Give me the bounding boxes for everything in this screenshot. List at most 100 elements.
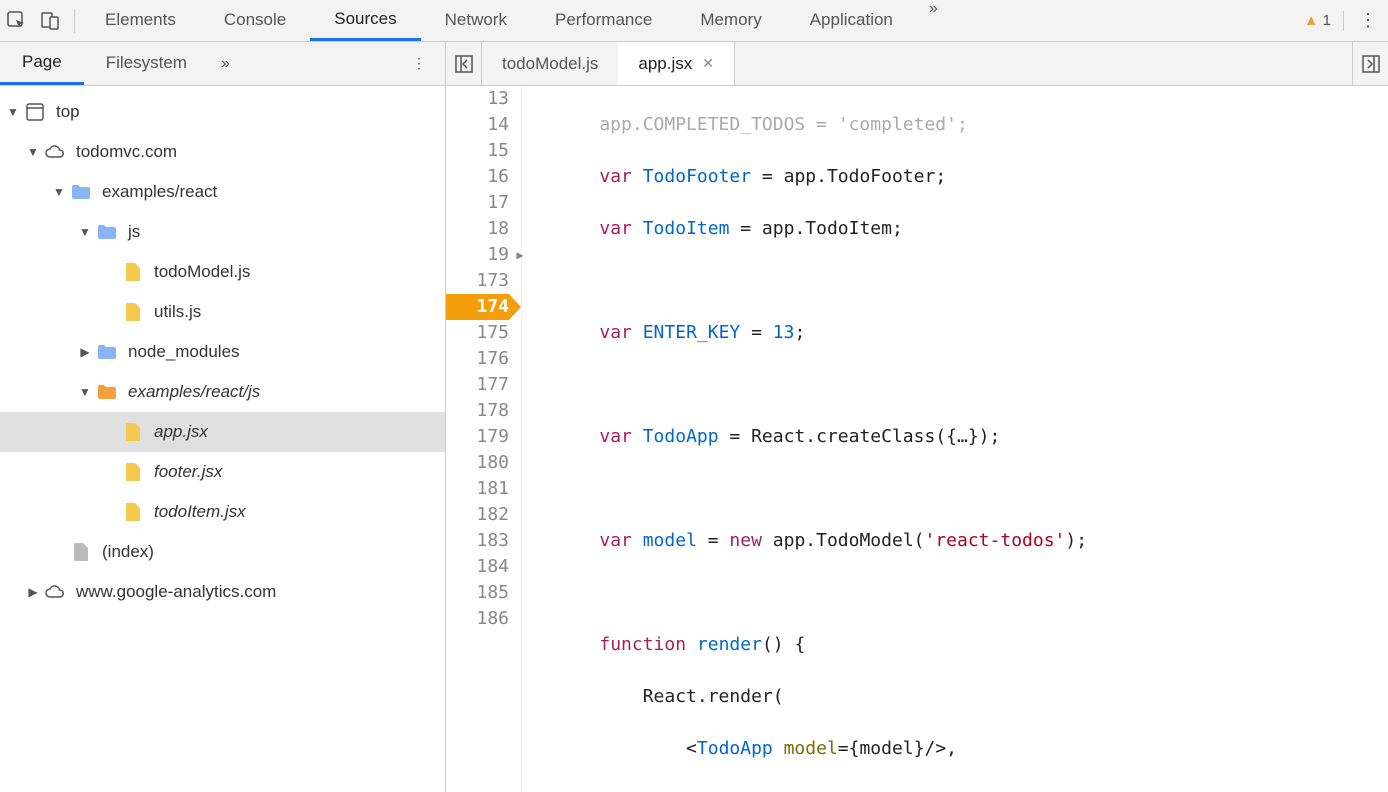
tree-folder-examples-react-js[interactable]: ▼ examples/react/js xyxy=(0,372,445,412)
tab-elements[interactable]: Elements xyxy=(81,0,200,41)
code-line xyxy=(556,580,1388,606)
tab-network[interactable]: Network xyxy=(421,0,531,41)
topbar-right: ▲ 1 ⋮ xyxy=(1304,10,1388,31)
line-number[interactable]: 13 xyxy=(446,86,509,112)
tree-folder-js[interactable]: ▼ js xyxy=(0,212,445,252)
disclosure-triangle-icon[interactable]: ▶ xyxy=(78,345,92,359)
tree-file-footer-jsx[interactable]: ▼ footer.jsx xyxy=(0,452,445,492)
tree-file-index[interactable]: ▼ (index) xyxy=(0,532,445,572)
folder-icon xyxy=(96,381,118,403)
disclosure-triangle-icon[interactable]: ▼ xyxy=(26,145,40,159)
line-number[interactable]: 18 xyxy=(446,216,509,242)
tree-label: footer.jsx xyxy=(154,462,222,482)
inspect-element-icon[interactable] xyxy=(0,0,34,42)
editor-tab-todomodel[interactable]: todoModel.js xyxy=(482,42,618,85)
tab-application[interactable]: Application xyxy=(786,0,917,41)
code-line: React.render( xyxy=(556,684,1388,710)
code-line: app.COMPLETED_TODOS = 'completed'; xyxy=(556,112,1388,138)
kebab-menu-icon[interactable]: ⋮ xyxy=(1356,10,1380,31)
sidebar-kebab-icon[interactable]: ⋮ xyxy=(405,55,433,72)
tree-label: todoModel.js xyxy=(154,262,250,282)
sidebar-tabs: Page Filesystem » ⋮ xyxy=(0,42,445,86)
disclosure-triangle-icon[interactable]: ▶ xyxy=(26,585,40,599)
sidebar-tab-page[interactable]: Page xyxy=(0,42,84,85)
folder-icon xyxy=(70,181,92,203)
js-file-icon xyxy=(122,501,144,523)
line-number[interactable]: 186 xyxy=(446,606,509,632)
code-line: var ENTER_KEY = 13; xyxy=(556,320,1388,346)
line-number[interactable]: 184 xyxy=(446,554,509,580)
tree-label: todomvc.com xyxy=(76,142,177,162)
disclosure-triangle-icon[interactable]: ▼ xyxy=(6,105,20,119)
divider xyxy=(1343,11,1344,31)
tree-label: app.jsx xyxy=(154,422,208,442)
more-tabs-icon[interactable]: » xyxy=(917,0,950,41)
js-file-icon xyxy=(122,301,144,323)
code-line xyxy=(556,372,1388,398)
editor-tab-app-jsx[interactable]: app.jsx ✕ xyxy=(618,42,735,85)
warning-count: 1 xyxy=(1323,12,1331,29)
fold-arrow-icon[interactable]: ▶ xyxy=(513,242,527,268)
js-file-icon xyxy=(122,421,144,443)
main-area: Page Filesystem » ⋮ ▼ top ▼ todomvc.com … xyxy=(0,42,1388,792)
toggle-navigator-icon[interactable] xyxy=(446,42,482,85)
sidebar-more-tabs-icon[interactable]: » xyxy=(209,55,242,73)
line-number[interactable]: 185 xyxy=(446,580,509,606)
line-number[interactable]: 175 xyxy=(446,320,509,346)
line-number[interactable]: 178 xyxy=(446,398,509,424)
code-line: <TodoApp model={model}/>, xyxy=(556,736,1388,762)
tree-folder-node-modules[interactable]: ▶ node_modules xyxy=(0,332,445,372)
line-number[interactable]: 179 xyxy=(446,424,509,450)
tree-folder-examples-react[interactable]: ▼ examples/react xyxy=(0,172,445,212)
tree-domain-todomvc[interactable]: ▼ todomvc.com xyxy=(0,132,445,172)
warnings-indicator[interactable]: ▲ 1 xyxy=(1304,12,1331,29)
tree-file-todoitem-jsx[interactable]: ▼ todoItem.jsx xyxy=(0,492,445,532)
tree-label: utils.js xyxy=(154,302,201,322)
code-line: var TodoFooter = app.TodoFooter; xyxy=(556,164,1388,190)
folder-icon xyxy=(96,341,118,363)
tab-memory[interactable]: Memory xyxy=(676,0,785,41)
line-number[interactable]: 14 xyxy=(446,112,509,138)
tab-console[interactable]: Console xyxy=(200,0,310,41)
breakpoint-line-number[interactable]: 174 xyxy=(446,294,509,320)
disclosure-triangle-icon[interactable]: ▼ xyxy=(52,185,66,199)
js-file-icon xyxy=(122,461,144,483)
warning-icon: ▲ xyxy=(1304,12,1319,29)
tree-file-app-jsx[interactable]: ▼ app.jsx xyxy=(0,412,445,452)
device-toolbar-icon[interactable] xyxy=(34,0,68,42)
line-number[interactable]: 173 xyxy=(446,268,509,294)
line-number[interactable]: 15 xyxy=(446,138,509,164)
line-number[interactable]: 176 xyxy=(446,346,509,372)
line-number[interactable]: 17 xyxy=(446,190,509,216)
disclosure-triangle-icon[interactable]: ▼ xyxy=(78,225,92,239)
js-file-icon xyxy=(122,261,144,283)
tree-domain-ga[interactable]: ▶ www.google-analytics.com xyxy=(0,572,445,612)
tree-label: js xyxy=(128,222,140,242)
tab-performance[interactable]: Performance xyxy=(531,0,676,41)
tab-label: app.jsx xyxy=(638,54,692,74)
line-number[interactable]: 182 xyxy=(446,502,509,528)
toggle-debugger-icon[interactable] xyxy=(1352,42,1388,85)
tab-sources[interactable]: Sources xyxy=(310,0,420,41)
sidebar-tab-filesystem[interactable]: Filesystem xyxy=(84,42,209,85)
tree-label: www.google-analytics.com xyxy=(76,582,276,602)
disclosure-triangle-icon[interactable]: ▼ xyxy=(78,385,92,399)
tree-file-todomodel[interactable]: ▼ todoModel.js xyxy=(0,252,445,292)
tree-top[interactable]: ▼ top xyxy=(0,92,445,132)
line-number[interactable]: 19▶ xyxy=(446,242,509,268)
tree-file-utils[interactable]: ▼ utils.js xyxy=(0,292,445,332)
code-editor[interactable]: 13 14 15 16 17 18 19▶ 173 174 175 176 17… xyxy=(446,86,1388,792)
tree-label: top xyxy=(56,102,80,122)
code-content[interactable]: app.COMPLETED_TODOS = 'completed'; var T… xyxy=(522,86,1388,792)
line-number[interactable]: 177 xyxy=(446,372,509,398)
line-number[interactable]: 16 xyxy=(446,164,509,190)
close-tab-icon[interactable]: ✕ xyxy=(702,55,714,72)
cloud-icon xyxy=(44,581,66,603)
line-gutter[interactable]: 13 14 15 16 17 18 19▶ 173 174 175 176 17… xyxy=(446,86,522,792)
line-number[interactable]: 183 xyxy=(446,528,509,554)
line-number[interactable]: 181 xyxy=(446,476,509,502)
code-line: var TodoApp = React.createClass({…}); xyxy=(556,424,1388,450)
line-number[interactable]: 180 xyxy=(446,450,509,476)
devtools-topbar: Elements Console Sources Network Perform… xyxy=(0,0,1388,42)
folder-icon xyxy=(96,221,118,243)
